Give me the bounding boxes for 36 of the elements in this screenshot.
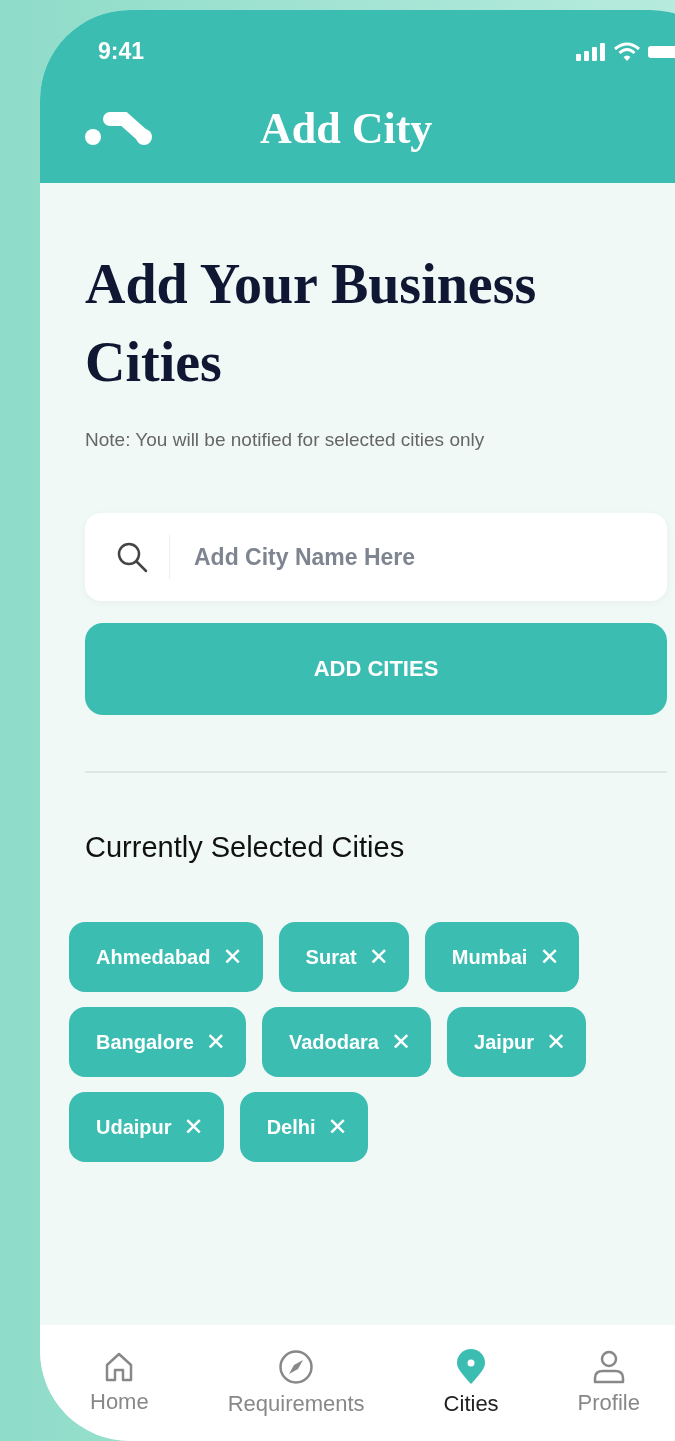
person-icon [591,1350,626,1384]
search-input[interactable]: Add City Name Here [192,542,667,572]
remove-button[interactable]: ✕ [539,943,560,971]
city-label: Udaipur [96,1115,172,1139]
remove-button[interactable]: ✕ [546,1028,567,1056]
location-pin-icon [456,1349,487,1385]
screen-title: Add City [260,103,433,154]
nav-tab[interactable]: Cities [443,1349,499,1417]
city-label: Bangalore [96,1030,194,1054]
city-label: Delhi [266,1115,316,1139]
city-label: Surat [305,945,357,969]
add-cities-button[interactable]: ADD CITIES [85,623,667,715]
signal-icon [576,42,606,61]
search-icon [115,540,149,574]
nav-tab[interactable]: Home [90,1351,149,1415]
home-icon [104,1351,135,1383]
compass-icon [278,1349,315,1385]
remove-button[interactable]: ✕ [390,1028,412,1056]
remove-button[interactable]: ✕ [222,943,243,971]
nav-tab[interactable]: Profile [577,1350,640,1416]
remove-button[interactable]: ✕ [183,1113,204,1141]
remove-button[interactable]: ✕ [368,943,389,971]
battery-icon [648,43,675,60]
city-label: Vadodara [288,1030,379,1054]
section-title: Currently Selected Cities [85,831,406,864]
search-field[interactable]: Add City Name Here [85,513,667,601]
page-heading: Add Your Business Cities [85,252,538,395]
note-text: Note: You will be notified for selected cities only [85,429,486,451]
remove-button[interactable]: ✕ [327,1113,348,1141]
wifi-icon [614,41,640,62]
city-label: Mumbai [451,945,528,969]
nav-tab[interactable]: Requirements [227,1349,365,1417]
city-label: Ahmedabad [96,945,211,969]
remove-button[interactable]: ✕ [205,1028,226,1056]
status-time: 9:41 [98,38,145,65]
city-label: Jaipur [474,1030,535,1054]
